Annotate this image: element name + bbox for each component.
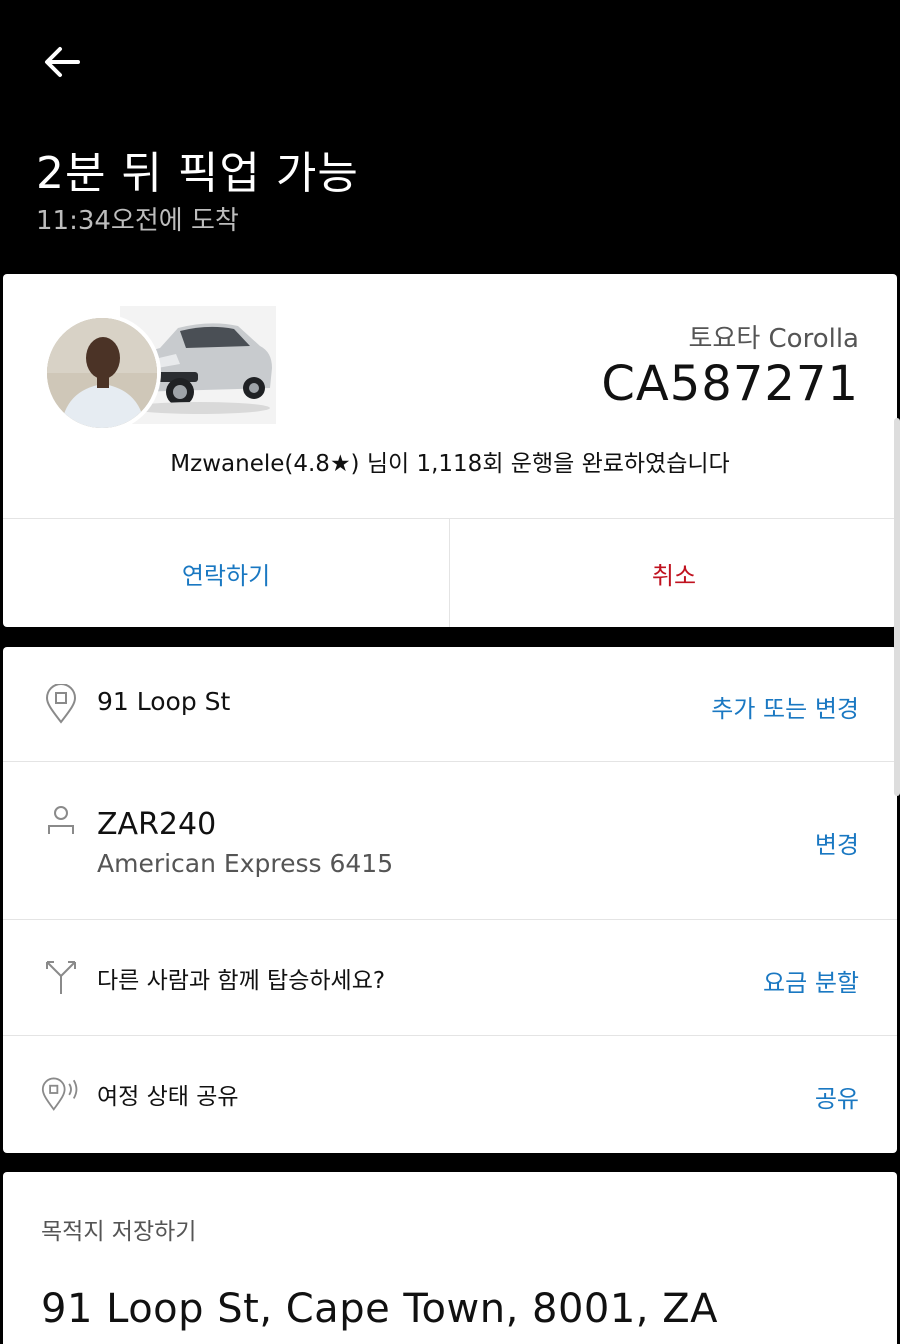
split-fare-row[interactable]: 다른 사람과 함께 탑승하세요? 요금 분할: [3, 919, 897, 1036]
cancel-button[interactable]: 취소: [451, 519, 897, 627]
save-destination-label: 목적지 저장하기: [41, 1219, 197, 1245]
arrow-left-icon: [45, 47, 80, 77]
page-title: 2분 뒤 픽업 가능: [36, 148, 359, 199]
share-button[interactable]: 공유: [815, 1079, 859, 1114]
driver-card: 토요타 Corolla CA587271 Mzwanele(4.8★) 님이 1…: [3, 274, 897, 627]
driver-info: Mzwanele(4.8★) 님이 1,118회 운행을 완료하였습니다: [170, 451, 730, 477]
change-payment-button[interactable]: 변경: [815, 825, 859, 860]
person-icon: [41, 801, 81, 841]
driver-photo: [47, 318, 157, 428]
pickup-address: 91 Loop St: [97, 687, 231, 716]
screen: 2분 뒤 픽업 가능 11:34오전에 도착 토요타 Corolla CA587…: [0, 0, 900, 1344]
contact-button[interactable]: 연락하기: [3, 519, 449, 627]
license-plate: CA587271: [601, 356, 859, 412]
share-location-icon: [41, 1073, 81, 1113]
payment-method: American Express 6415: [97, 849, 394, 878]
driver-avatar: [43, 314, 161, 432]
back-button[interactable]: [36, 38, 88, 86]
add-or-change-button[interactable]: 추가 또는 변경: [711, 689, 859, 724]
payment-row[interactable]: ZAR240 American Express 6415 변경: [3, 761, 897, 920]
share-trip-row[interactable]: 여정 상태 공유 공유: [3, 1035, 897, 1153]
fare-amount: ZAR240: [97, 807, 217, 842]
divider: [449, 519, 450, 627]
trip-details-card: 91 Loop St 추가 또는 변경 ZAR240 American Expr…: [3, 647, 897, 1153]
share-trip-text: 여정 상태 공유: [97, 1084, 239, 1110]
car-model: 토요타 Corolla: [688, 324, 860, 354]
split-fare-button[interactable]: 요금 분할: [763, 963, 859, 998]
destination-address: 91 Loop St, Cape Town, 8001, ZA: [41, 1286, 719, 1332]
split-fare-text: 다른 사람과 함께 탑승하세요?: [97, 968, 386, 994]
scrollbar[interactable]: [894, 418, 900, 796]
map-pin-icon: [41, 684, 81, 724]
save-destination-card[interactable]: 목적지 저장하기 91 Loop St, Cape Town, 8001, ZA: [3, 1172, 897, 1344]
pickup-row[interactable]: 91 Loop St 추가 또는 변경: [3, 647, 897, 762]
split-fare-icon: [41, 957, 81, 997]
arrival-time: 11:34오전에 도착: [36, 206, 239, 236]
